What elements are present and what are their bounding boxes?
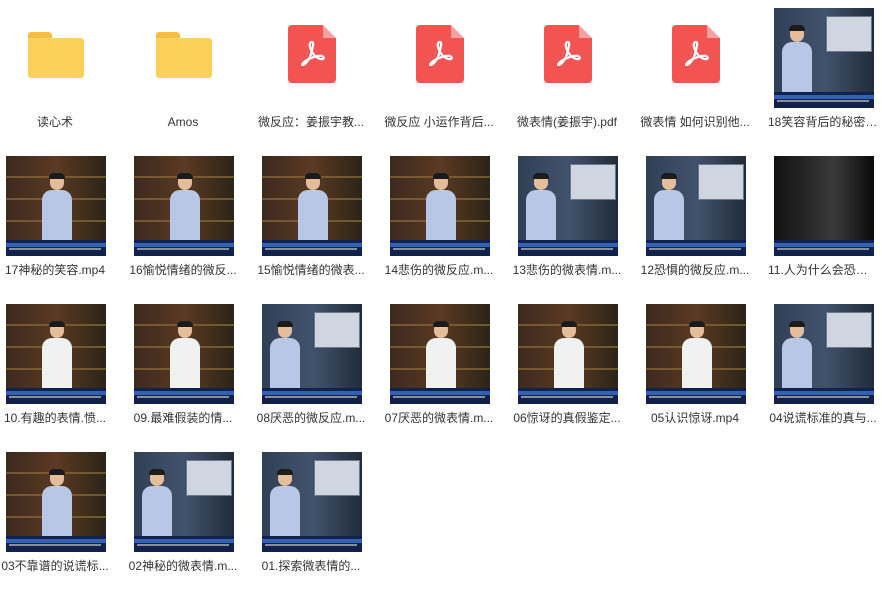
pdf-shape (416, 25, 464, 83)
pdf-icon (262, 8, 362, 108)
video-frame (134, 156, 234, 256)
pdf-shape (672, 25, 720, 83)
file-name-label: 03不靠谱的说谎标... (1, 559, 109, 573)
video-item[interactable]: 12恐惧的微反应.m... (640, 152, 750, 287)
video-item[interactable]: 13悲伤的微表情.m... (512, 152, 622, 287)
file-name-label: 14悲伤的微反应.m... (384, 263, 494, 277)
video-item[interactable]: 04说谎标准的真与... (768, 300, 878, 435)
video-item[interactable]: 14悲伤的微反应.m... (384, 152, 494, 287)
video-frame (134, 452, 234, 552)
file-name-label: 07厌恶的微表情.m... (384, 411, 494, 425)
file-name-label: 06惊讶的真假鉴定... (513, 411, 621, 425)
video-item[interactable]: 15愉悦情绪的微表... (256, 152, 366, 287)
pdf-icon (390, 8, 490, 108)
video-item[interactable]: 05认识惊讶.mp4 (640, 300, 750, 435)
folder-icon (134, 8, 234, 108)
file-name-label: Amos (167, 115, 199, 129)
video-frame (774, 304, 874, 404)
video-frame (646, 156, 746, 256)
video-thumbnail (6, 304, 106, 404)
file-name-label: 09.最难假装的情... (133, 411, 233, 425)
video-frame (6, 452, 106, 552)
file-name-label: 15愉悦情绪的微表... (257, 263, 365, 277)
video-frame (6, 304, 106, 404)
video-frame (646, 304, 746, 404)
video-frame (262, 304, 362, 404)
video-item[interactable]: 10.有趣的表情.愤... (0, 300, 110, 435)
video-thumbnail (390, 156, 490, 256)
video-item[interactable]: 09.最难假装的情... (128, 300, 238, 435)
file-name-label: 08厌恶的微反应.m... (256, 411, 366, 425)
video-thumbnail (262, 452, 362, 552)
file-name-label: 11.人为什么会恐惧.... (768, 263, 878, 277)
file-name-label: 01.探索微表情的... (261, 559, 361, 573)
video-frame (518, 156, 618, 256)
file-name-label: 10.有趣的表情.愤... (3, 411, 107, 425)
folder-item[interactable]: 读心术 (0, 4, 110, 139)
video-thumbnail (646, 156, 746, 256)
video-thumbnail (6, 156, 106, 256)
video-thumbnail (518, 156, 618, 256)
file-name-label: 05认识惊讶.mp4 (650, 411, 740, 425)
video-item[interactable]: 02神秘的微表情.m... (128, 448, 238, 583)
folder-icon (6, 8, 106, 108)
video-item[interactable]: 08厌恶的微反应.m... (256, 300, 366, 435)
file-name-label: 微反应 小运作背后... (384, 115, 494, 129)
video-frame (262, 452, 362, 552)
file-name-label: 02神秘的微表情.m... (128, 559, 238, 573)
video-thumbnail (6, 452, 106, 552)
video-item[interactable]: 17神秘的笑容.mp4 (0, 152, 110, 287)
video-item[interactable]: 06惊讶的真假鉴定... (512, 300, 622, 435)
pdf-shape (544, 25, 592, 83)
video-thumbnail (518, 304, 618, 404)
video-item[interactable]: 18笑容背后的秘密.... (768, 4, 878, 139)
folder-item[interactable]: Amos (128, 4, 238, 139)
folder-shape (156, 32, 212, 78)
file-name-label: 13悲伤的微表情.m... (512, 263, 622, 277)
video-thumbnail (774, 8, 874, 108)
file-name-label: 16愉悦情绪的微反... (129, 263, 237, 277)
video-thumbnail (390, 304, 490, 404)
file-name-label: 微反应：姜振宇教... (257, 115, 364, 129)
video-thumbnail (134, 304, 234, 404)
file-name-label: 04说谎标准的真与... (769, 411, 877, 425)
video-item[interactable]: 07厌恶的微表情.m... (384, 300, 494, 435)
video-frame (6, 156, 106, 256)
pdf-icon (646, 8, 746, 108)
video-thumbnail (134, 156, 234, 256)
video-item[interactable]: 16愉悦情绪的微反... (128, 152, 238, 287)
pdf-item[interactable]: 微表情(姜振宇).pdf (512, 4, 622, 139)
video-frame (518, 304, 618, 404)
video-frame (774, 156, 874, 256)
video-frame (390, 304, 490, 404)
pdf-item[interactable]: 微反应：姜振宇教... (256, 4, 366, 139)
video-item[interactable]: 03不靠谱的说谎标... (0, 448, 110, 583)
video-thumbnail (774, 156, 874, 256)
video-thumbnail (262, 304, 362, 404)
video-thumbnail (262, 156, 362, 256)
pdf-item[interactable]: 微反应 小运作背后... (384, 4, 494, 139)
file-name-label: 微表情(姜振宇).pdf (516, 115, 617, 129)
video-frame (774, 8, 874, 108)
video-thumbnail (774, 304, 874, 404)
pdf-icon (518, 8, 618, 108)
file-name-label: 18笑容背后的秘密.... (768, 115, 878, 129)
file-name-label: 读心术 (36, 115, 73, 129)
pdf-item[interactable]: 微表情 如何识别他... (640, 4, 750, 139)
video-frame (134, 304, 234, 404)
video-thumbnail (646, 304, 746, 404)
video-frame (262, 156, 362, 256)
pdf-shape (288, 25, 336, 83)
video-frame (390, 156, 490, 256)
folder-shape (28, 32, 84, 78)
file-grid: 读心术 Amos 微反应：姜振宇教... 微反应 小运作背后... 微表情(姜振宇).p… (0, 0, 882, 589)
file-name-label: 微表情 如何识别他... (640, 115, 750, 129)
video-item[interactable]: 01.探索微表情的... (256, 448, 366, 583)
video-thumbnail (134, 452, 234, 552)
video-item[interactable]: 11.人为什么会恐惧.... (768, 152, 878, 287)
file-name-label: 17神秘的笑容.mp4 (4, 263, 106, 277)
file-name-label: 12恐惧的微反应.m... (640, 263, 750, 277)
